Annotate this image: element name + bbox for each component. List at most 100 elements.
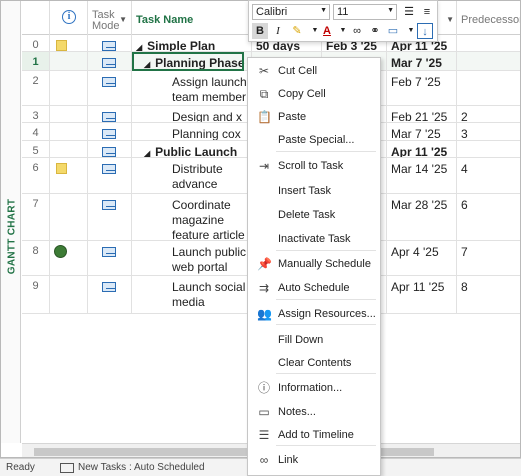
- predecessors-cell[interactable]: [457, 35, 520, 51]
- menu-item-information[interactable]: ⓘ Information...: [248, 377, 380, 399]
- task-name-cell[interactable]: Design and x o: [132, 106, 252, 122]
- task-mode-icon[interactable]: [60, 463, 74, 473]
- task-name-cell[interactable]: Coordinate magazine feature article: [132, 194, 252, 240]
- header-indicators[interactable]: i: [50, 1, 88, 35]
- collapse-icon[interactable]: ◢: [136, 43, 142, 51]
- row-number[interactable]: 3: [22, 106, 50, 122]
- menu-item-notes[interactable]: ▭ Notes...: [248, 401, 380, 423]
- chevron-down-icon[interactable]: ▼: [387, 7, 394, 14]
- row-number[interactable]: 8: [22, 241, 50, 275]
- task-mode-cell[interactable]: [88, 241, 132, 275]
- task-mode-cell[interactable]: [88, 52, 132, 70]
- task-name-cell[interactable]: Launch public web portal: [132, 241, 252, 275]
- row-number[interactable]: 0: [22, 35, 50, 51]
- row-number[interactable]: 2: [22, 71, 50, 105]
- task-mode-cell[interactable]: [88, 276, 132, 313]
- menu-item-paste[interactable]: 📋 Paste: [248, 106, 380, 128]
- predecessors-cell[interactable]: 3: [457, 123, 520, 140]
- menu-item-delete-task[interactable]: Delete Task: [248, 204, 380, 226]
- header-task-name[interactable]: Task Name: [132, 1, 252, 35]
- view-bar[interactable]: GANTT CHART: [1, 1, 21, 443]
- indent-icon[interactable]: ☰: [401, 4, 417, 20]
- task-bar-icon[interactable]: ▭: [385, 23, 401, 39]
- menu-item-label: Scroll to Task: [278, 160, 344, 172]
- finish-cell[interactable]: Apr 11 '25: [387, 141, 457, 157]
- italic-button[interactable]: I: [270, 23, 286, 39]
- menu-item-add-to-timeline[interactable]: ☰ Add to Timeline: [248, 424, 380, 446]
- task-name-cell[interactable]: Assign launch team member: [132, 71, 252, 105]
- row-number[interactable]: 6: [22, 158, 50, 193]
- menu-item-assign-resources[interactable]: 👥 Assign Resources...: [248, 303, 380, 325]
- finish-cell[interactable]: Apr 11 '25: [387, 276, 457, 313]
- finish-cell[interactable]: Mar 28 '25: [387, 194, 457, 240]
- menu-item-copy-cell[interactable]: ⧉ Copy Cell: [248, 83, 380, 105]
- task-mode-cell[interactable]: [88, 71, 132, 105]
- predecessors-cell[interactable]: 8: [457, 276, 520, 313]
- menu-item-link[interactable]: ∞ Link: [248, 449, 380, 471]
- task-mode-cell[interactable]: [88, 158, 132, 193]
- menu-item-scroll-to-task[interactable]: ⇥ Scroll to Task: [248, 155, 380, 177]
- auto-schedule-icon: [102, 164, 116, 174]
- task-mode-cell[interactable]: [88, 35, 132, 51]
- scroll-down-icon[interactable]: ↓: [417, 23, 433, 39]
- predecessors-cell[interactable]: [457, 52, 520, 70]
- menu-item-auto-schedule[interactable]: ⇉ Auto Schedule: [248, 277, 380, 299]
- task-mode-cell[interactable]: [88, 194, 132, 240]
- status-new-tasks[interactable]: New Tasks : Auto Scheduled: [78, 462, 205, 473]
- link-icon[interactable]: ∞: [349, 23, 365, 39]
- chevron-down-icon[interactable]: ▼: [119, 15, 127, 24]
- outdent-icon[interactable]: ≡: [419, 4, 435, 20]
- task-name-cell[interactable]: Launch social media: [132, 276, 252, 313]
- row-number[interactable]: 5: [22, 141, 50, 157]
- menu-item-inactivate-task[interactable]: Inactivate Task: [248, 228, 380, 250]
- task-name-cell[interactable]: ◢ Simple Plan: [132, 35, 252, 51]
- predecessors-cell[interactable]: 7: [457, 241, 520, 275]
- unlink-icon[interactable]: ⚭: [367, 23, 383, 39]
- finish-cell[interactable]: Feb 21 '25: [387, 106, 457, 122]
- row-number[interactable]: 4: [22, 123, 50, 140]
- header-predecessors[interactable]: Predecessors: [457, 1, 520, 35]
- task-name: Launch public web portal: [172, 245, 247, 274]
- note-icon[interactable]: [56, 40, 67, 51]
- task-mode-cell[interactable]: [88, 106, 132, 122]
- predecessors-cell[interactable]: [457, 71, 520, 105]
- chevron-down-icon[interactable]: ▼: [320, 7, 327, 14]
- task-name-cell[interactable]: ◢ Public Launch: [132, 141, 252, 157]
- menu-item-cut-cell[interactable]: ✂ Cut Cell: [248, 60, 380, 82]
- highlight-icon[interactable]: ✎: [289, 23, 305, 39]
- font-name-field[interactable]: Calibri ▼: [252, 4, 330, 20]
- row-number[interactable]: 7: [22, 194, 50, 240]
- globe-icon[interactable]: [54, 245, 67, 258]
- finish-cell[interactable]: Feb 7 '25: [387, 71, 457, 105]
- font-size-field[interactable]: 11 ▼: [333, 4, 397, 20]
- task-name-cell[interactable]: Planning cox: [132, 123, 252, 140]
- header-select-all[interactable]: [22, 1, 50, 35]
- menu-item-insert-task[interactable]: Insert Task: [248, 180, 380, 202]
- collapse-icon[interactable]: ◢: [144, 149, 150, 157]
- indicator-cell: [50, 71, 88, 105]
- predecessors-cell[interactable]: 2: [457, 106, 520, 122]
- menu-item-label: Fill Down: [278, 334, 324, 346]
- task-mode-cell[interactable]: [88, 123, 132, 140]
- row-number[interactable]: 1: [22, 52, 50, 70]
- menu-item-manually-schedule[interactable]: 📌 Manually Schedule: [248, 253, 380, 275]
- finish-cell[interactable]: Apr 4 '25: [387, 241, 457, 275]
- font-color-button[interactable]: A: [319, 23, 335, 39]
- finish-cell[interactable]: Mar 7 '25: [387, 52, 457, 70]
- menu-item-paste-special[interactable]: Paste Special...: [248, 129, 380, 151]
- menu-item-fill-down[interactable]: Fill Down: [248, 329, 380, 351]
- finish-cell[interactable]: Mar 14 '25: [387, 158, 457, 193]
- chevron-down-icon[interactable]: ▼: [446, 15, 454, 24]
- bold-button[interactable]: B: [252, 23, 268, 39]
- predecessors-cell[interactable]: [457, 141, 520, 157]
- predecessors-cell[interactable]: 6: [457, 194, 520, 240]
- task-name-cell[interactable]: Distribute advance copie: [132, 158, 252, 193]
- row-number[interactable]: 9: [22, 276, 50, 313]
- task-name: Launch social media: [172, 280, 246, 309]
- header-task-mode[interactable]: Task Mode ▼: [88, 1, 132, 35]
- menu-item-clear-contents[interactable]: Clear Contents: [248, 352, 380, 374]
- task-mode-cell[interactable]: [88, 141, 132, 157]
- finish-cell[interactable]: Mar 7 '25: [387, 123, 457, 140]
- predecessors-cell[interactable]: 4: [457, 158, 520, 193]
- note-icon[interactable]: [56, 163, 67, 174]
